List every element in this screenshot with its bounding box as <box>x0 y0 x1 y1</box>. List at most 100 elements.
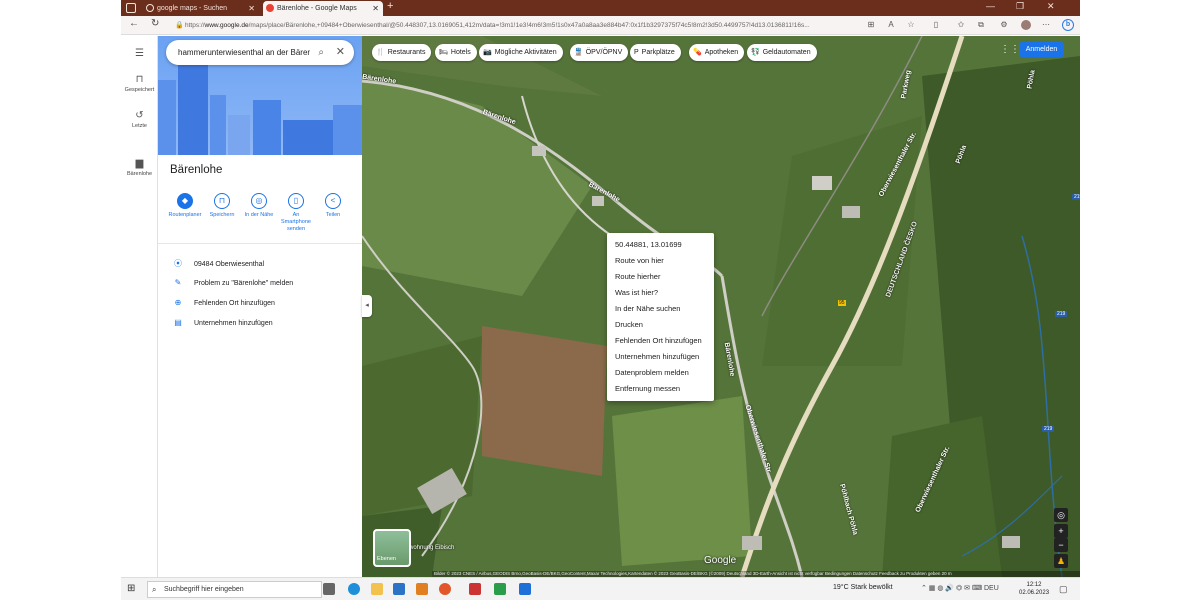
search-icon[interactable]: ⌕ <box>318 40 324 65</box>
maps-pin-icon <box>266 4 274 12</box>
clock[interactable]: 12:12 02.06.2023 <box>1019 581 1049 597</box>
context-item[interactable]: Route von hier <box>607 253 714 269</box>
save-button[interactable]: ⊓ Speichern <box>205 193 239 219</box>
chip-label: Hotels <box>450 49 471 56</box>
chip-label: ÖPV/ÖPNV <box>585 49 623 56</box>
tab-google-search[interactable]: google maps - Suchen ✕ <box>143 1 259 16</box>
new-tab-button[interactable]: + <box>387 0 393 12</box>
close-tab-icon[interactable]: ✕ <box>372 1 379 16</box>
add-missing-place-row[interactable]: ⊕ Fehlenden Ort hinzufügen <box>172 298 275 307</box>
apps-icon[interactable]: ⊞ <box>866 20 876 30</box>
tab-title: Bärenlohe - Google Maps <box>277 5 357 12</box>
windows-start-icon[interactable]: ⊞ <box>127 584 137 594</box>
split-screen-icon[interactable]: ▯ <box>931 20 941 30</box>
place-panel: hammerunterwiesenthal an der Bärer ⌕ ✕ B… <box>158 36 362 577</box>
collections-icon[interactable]: ⧉ <box>976 20 986 30</box>
context-item[interactable]: Route hierher <box>607 269 714 285</box>
system-tray[interactable]: ⌃ ▦ ◍ 🔊 ⏣ ✉ ⌨ DEU <box>921 584 999 592</box>
context-item[interactable]: Was ist hier? <box>607 285 714 301</box>
notifications-icon[interactable]: ▢ <box>1059 584 1068 595</box>
context-item[interactable]: Unternehmen hinzufügen <box>607 349 714 365</box>
app-icon[interactable] <box>519 583 531 595</box>
bing-chat-icon[interactable]: b <box>1062 19 1074 31</box>
divider <box>158 243 362 244</box>
app-icon[interactable] <box>416 583 428 595</box>
language-indicator[interactable]: DEU <box>984 585 999 592</box>
tab-google-maps[interactable]: Bärenlohe - Google Maps ✕ <box>263 1 383 16</box>
share-button[interactable]: < Teilen <box>316 193 350 219</box>
taskbar-search-input[interactable]: ⌕ Suchbegriff hier eingeben <box>147 581 322 598</box>
app-icon[interactable] <box>469 583 481 595</box>
zoom-out-button[interactable]: − <box>1054 538 1068 552</box>
context-item[interactable]: Fehlenden Ort hinzufügen <box>607 333 714 349</box>
report-problem-text: Problem zu "Bärenlohe" melden <box>194 280 294 287</box>
back-icon[interactable]: ← <box>129 18 139 29</box>
collapse-panel-button[interactable]: ◂ <box>362 295 372 317</box>
close-icon[interactable]: ✕ <box>336 40 345 65</box>
minimize-button[interactable]: — <box>986 1 995 11</box>
rail-item-recent[interactable]: ↺ Letzte <box>121 110 158 129</box>
signin-button[interactable]: Anmelden <box>1019 42 1064 57</box>
zoom-in-button[interactable]: + <box>1054 524 1068 538</box>
satellite-map[interactable]: 🍴 Restaurants 🛏 Hotels 📷 Mögliche Aktivität… <box>362 36 1080 577</box>
address-row[interactable]: ⦿ 09484 Oberwiesenthal <box>172 258 264 269</box>
context-item[interactable]: In der Nähe suchen <box>607 301 714 317</box>
search-icon <box>146 4 154 12</box>
layers-label: Ebenen <box>377 556 396 562</box>
clock-date: 02.06.2023 <box>1019 590 1050 596</box>
rail-item-place[interactable]: ▆ Bärenlohe <box>121 158 158 177</box>
directions-button[interactable]: ◆ Routenplaner <box>168 193 202 219</box>
chip-label: Parkplätze <box>641 49 675 56</box>
menu-button[interactable]: ☰ <box>121 48 158 61</box>
profile-avatar[interactable] <box>1021 20 1031 30</box>
mail-icon[interactable] <box>393 583 405 595</box>
chip-restaurants[interactable]: 🍴 Restaurants <box>372 44 432 61</box>
maximize-button[interactable]: ❐ <box>1016 1 1024 12</box>
action-label: In der Nähe <box>244 212 274 218</box>
phone-icon: ▯ <box>288 193 304 209</box>
search-input[interactable]: hammerunterwiesenthal an der Bärer ⌕ ✕ <box>166 40 354 65</box>
layers-button[interactable]: Ebenen <box>373 529 411 567</box>
context-item[interactable]: Drucken <box>607 317 714 333</box>
history-icon: ↺ <box>135 110 144 121</box>
file-explorer-icon[interactable] <box>371 583 383 595</box>
extensions-icon[interactable]: ⚙ <box>999 20 1009 30</box>
action-label: Routenplaner <box>168 212 202 218</box>
google-apps-icon[interactable]: ⋮⋮ <box>1000 45 1020 55</box>
send-to-phone-button[interactable]: ▯ An Smartphone senden <box>279 193 313 233</box>
address-bar[interactable]: 🔒 https://www.google.de/maps/place/Bärenl… <box>173 19 863 32</box>
context-item[interactable]: Entfernung messen <box>607 381 714 397</box>
task-view-icon[interactable] <box>323 583 335 595</box>
chip-hotels[interactable]: 🛏 Hotels <box>435 44 477 61</box>
chip-activities[interactable]: 📷 Mögliche Aktivitäten <box>479 44 563 61</box>
context-item[interactable]: Datenproblem melden <box>607 365 714 381</box>
close-tab-icon[interactable]: ✕ <box>248 1 255 16</box>
firefox-icon[interactable] <box>439 583 451 595</box>
more-icon[interactable]: ⋯ <box>1041 20 1051 30</box>
chip-pharmacies[interactable]: 💊 Apotheken <box>689 44 745 61</box>
close-window-button[interactable]: ✕ <box>1047 1 1055 12</box>
tab-title: google maps - Suchen <box>157 5 228 12</box>
nearby-button[interactable]: ◎ In der Nähe <box>242 193 276 219</box>
refresh-icon[interactable]: ↻ <box>151 18 159 29</box>
star-icon[interactable]: ☆ <box>906 20 916 30</box>
rail-item-saved[interactable]: ⊓ Gespeichert <box>121 74 158 93</box>
favorites-icon[interactable]: ✩ <box>956 20 966 30</box>
my-location-icon[interactable]: ◎ <box>1054 508 1068 522</box>
context-coords[interactable]: 50.44881, 13.01699 <box>607 237 714 253</box>
nearby-icon: ◎ <box>251 193 267 209</box>
tab-actions-icon[interactable] <box>126 3 136 13</box>
app-icon[interactable] <box>494 583 506 595</box>
atm-icon: 💱 <box>751 49 760 56</box>
read-aloud-icon[interactable]: A <box>886 20 896 30</box>
add-place-icon: ⊕ <box>174 298 182 307</box>
rail-label: Letzte <box>132 123 147 129</box>
edge-icon[interactable] <box>348 583 360 595</box>
chip-parking[interactable]: P Parkplätze <box>630 44 681 61</box>
weather-widget[interactable]: 19°C Stark bewölkt <box>833 584 893 591</box>
chip-atms[interactable]: 💱 Geldautomaten <box>747 44 817 61</box>
chip-transit[interactable]: 🚆 ÖPV/ÖPNV <box>570 44 629 61</box>
pegman-icon[interactable]: ♟ <box>1054 554 1068 568</box>
report-problem-row[interactable]: ✎ Problem zu "Bärenlohe" melden <box>172 278 294 287</box>
add-business-row[interactable]: ▤ Unternehmen hinzufügen <box>172 318 272 327</box>
